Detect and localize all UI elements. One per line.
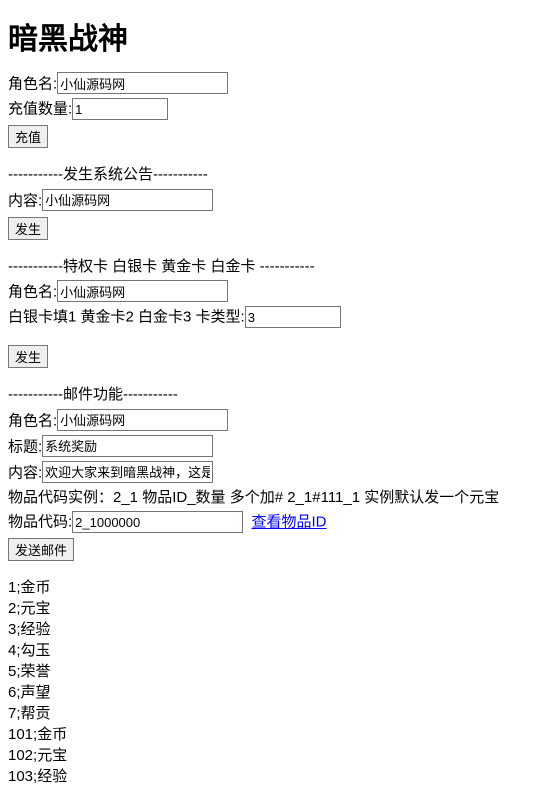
card-divider: -----------特权卡 白银卡 黄金卡 白金卡 -----------	[8, 256, 525, 279]
send-mail-button[interactable]: 发送邮件	[8, 538, 74, 561]
mail-title-input[interactable]	[42, 435, 213, 457]
card-role-input[interactable]	[57, 280, 228, 302]
list-item: 6;声望	[8, 682, 525, 703]
list-item: 102;元宝	[8, 745, 525, 766]
announce-button[interactable]: 发生	[8, 217, 48, 240]
list-item: 103;经验	[8, 766, 525, 787]
mail-code-input[interactable]	[72, 511, 243, 533]
item-list: 1;金币 2;元宝 3;经验 4;勾玉 5;荣誉 6;声望 7;帮贡 101;金…	[8, 577, 525, 787]
mail-title-label: 标题:	[8, 438, 42, 455]
mail-example: 物品代码实例：2_1 物品ID_数量 多个加# 2_1#111_1 实例默认发一…	[8, 487, 525, 510]
list-item: 5;荣誉	[8, 661, 525, 682]
announce-divider: -----------发生系统公告-----------	[8, 164, 525, 187]
recharge-button[interactable]: 充值	[8, 125, 48, 148]
card-role-label: 角色名:	[8, 284, 57, 301]
card-hint: 白银卡填1 黄金卡2 白金卡3 卡类型:	[8, 309, 245, 326]
mail-divider: -----------邮件功能-----------	[8, 384, 525, 407]
announce-content-label: 内容:	[8, 192, 42, 209]
list-item: 1;金币	[8, 577, 525, 598]
view-item-id-link[interactable]: 查看物品ID	[252, 514, 327, 531]
recharge-qty-input[interactable]	[72, 98, 168, 120]
list-item: 7;帮贡	[8, 703, 525, 724]
list-item: 101;金币	[8, 724, 525, 745]
list-item: 4;勾玉	[8, 640, 525, 661]
announce-content-input[interactable]	[42, 189, 213, 211]
mail-content-input[interactable]	[42, 461, 213, 483]
recharge-role-input[interactable]	[57, 72, 228, 94]
card-type-input[interactable]	[245, 306, 341, 328]
mail-code-label: 物品代码:	[8, 514, 72, 531]
mail-role-input[interactable]	[57, 409, 228, 431]
role-label: 角色名:	[8, 76, 57, 93]
mail-role-label: 角色名:	[8, 412, 57, 429]
card-button[interactable]: 发生	[8, 345, 48, 368]
mail-content-label: 内容:	[8, 464, 42, 481]
qty-label: 充值数量:	[8, 101, 72, 118]
list-item: 2;元宝	[8, 598, 525, 619]
list-item: 3;经验	[8, 619, 525, 640]
page-title: 暗黑战神	[8, 14, 525, 58]
